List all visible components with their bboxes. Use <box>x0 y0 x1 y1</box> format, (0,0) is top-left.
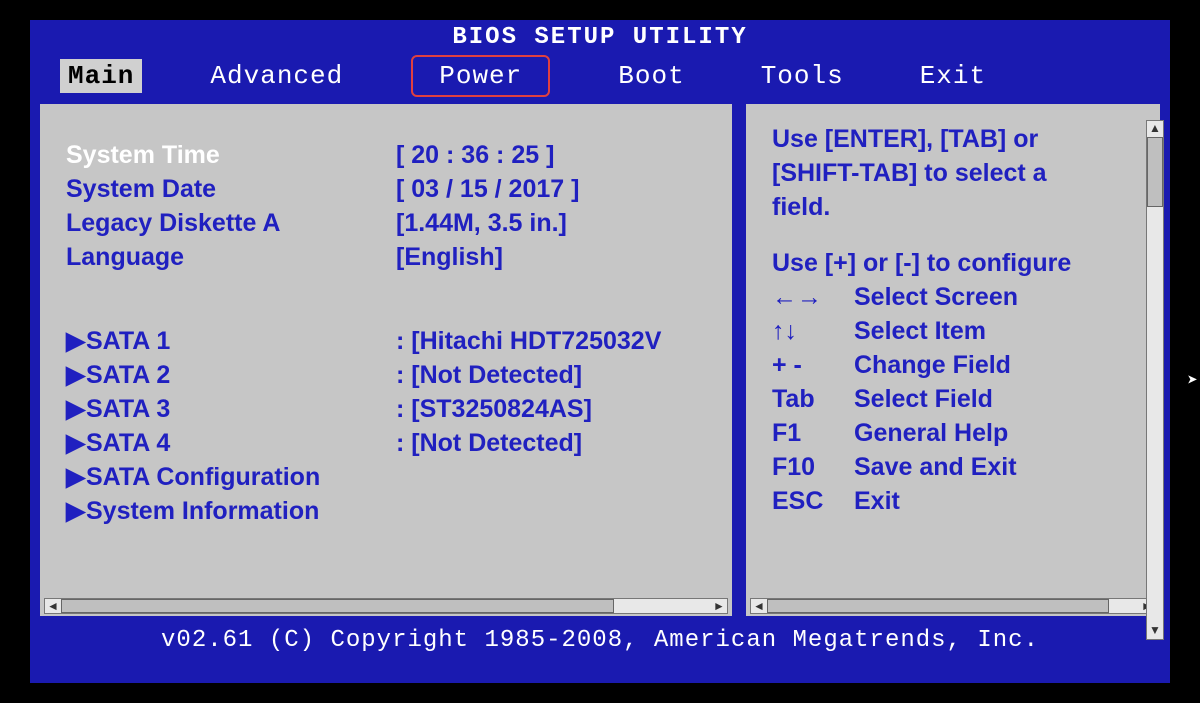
tab-advanced[interactable]: Advanced <box>202 59 351 93</box>
help-desc: Select Item <box>854 314 986 348</box>
sata-label: SATA 1 <box>86 327 170 355</box>
row-system-time[interactable]: System Time [ 20 : 36 : 25 ] <box>66 138 714 172</box>
scroll-right-icon[interactable]: ► <box>711 599 727 613</box>
help-text: Use [+] or [-] to configure <box>772 246 1142 280</box>
help-text: [SHIFT-TAB] to select a <box>772 156 1142 190</box>
help-desc: Save and Exit <box>854 450 1017 484</box>
triangle-icon: ▶ <box>66 358 86 392</box>
help-desc: Select Screen <box>854 280 1018 314</box>
language-label: Language <box>66 240 396 274</box>
help-panel: Use [ENTER], [TAB] or [SHIFT-TAB] to sel… <box>742 100 1164 620</box>
scroll-left-icon[interactable]: ◄ <box>751 599 767 613</box>
sata-value: : [ST3250824AS] <box>396 392 592 426</box>
scroll-down-icon[interactable]: ▼ <box>1147 623 1163 639</box>
system-date-value[interactable]: [ 03 / 15 / 2017 ] <box>396 172 579 206</box>
bios-window: BIOS SETUP UTILITY Main Advanced Power Boot… <box>30 20 1170 683</box>
triangle-icon: ▶ <box>66 392 86 426</box>
help-key: F10 <box>772 450 854 484</box>
tab-power[interactable]: Power <box>411 55 550 97</box>
help-desc: Select Field <box>854 382 993 416</box>
help-nav-row: ←→Select Screen <box>772 280 1142 314</box>
title-bar: BIOS SETUP UTILITY <box>30 20 1170 56</box>
tab-boot[interactable]: Boot <box>610 59 692 93</box>
mouse-cursor-icon: ➤ <box>1187 370 1198 392</box>
help-hscroll[interactable]: ◄ ► <box>750 598 1156 614</box>
help-panel-body: Use [ENTER], [TAB] or [SHIFT-TAB] to sel… <box>746 104 1160 584</box>
help-key: ESC <box>772 484 854 518</box>
row-system-info[interactable]: ▶ System Information <box>66 494 714 528</box>
help-nav-row: TabSelect Field <box>772 382 1142 416</box>
row-sata-4[interactable]: ▶SATA 4 : [Not Detected] <box>66 426 714 460</box>
help-nav-row: F1General Help <box>772 416 1142 450</box>
sata-config-label: SATA Configuration <box>86 460 320 494</box>
row-sata-2[interactable]: ▶SATA 2 : [Not Detected] <box>66 358 714 392</box>
sata-value: : [Not Detected] <box>396 358 582 392</box>
diskette-label: Legacy Diskette A <box>66 206 396 240</box>
triangle-icon: ▶ <box>66 426 86 460</box>
footer: v02.61 (C) Copyright 1985-2008, American… <box>30 620 1170 662</box>
help-key: ↑↓ <box>772 314 854 348</box>
sata-label: SATA 2 <box>86 361 170 389</box>
help-desc: General Help <box>854 416 1008 450</box>
help-text: field. <box>772 190 1142 224</box>
row-diskette[interactable]: Legacy Diskette A [1.44M, 3.5 in.] <box>66 206 714 240</box>
main-hscroll[interactable]: ◄ ► <box>44 598 728 614</box>
help-key: + - <box>772 348 854 382</box>
scroll-up-icon[interactable]: ▲ <box>1147 121 1163 137</box>
help-key: Tab <box>772 382 854 416</box>
row-sata-config[interactable]: ▶ SATA Configuration <box>66 460 714 494</box>
row-system-date[interactable]: System Date [ 03 / 15 / 2017 ] <box>66 172 714 206</box>
help-text: Use [ENTER], [TAB] or <box>772 122 1142 156</box>
main-panel: System Time [ 20 : 36 : 25 ] System Date… <box>36 100 736 620</box>
panel-container: System Time [ 20 : 36 : 25 ] System Date… <box>30 100 1170 620</box>
row-sata-1[interactable]: ▶SATA 1 : [Hitachi HDT725032V <box>66 324 714 358</box>
scroll-thumb[interactable] <box>1147 137 1163 207</box>
help-nav-row: + -Change Field <box>772 348 1142 382</box>
row-language[interactable]: Language [English] <box>66 240 714 274</box>
scroll-left-icon[interactable]: ◄ <box>45 599 61 613</box>
sata-label: SATA 4 <box>86 429 170 457</box>
row-sata-3[interactable]: ▶SATA 3 : [ST3250824AS] <box>66 392 714 426</box>
main-panel-body: System Time [ 20 : 36 : 25 ] System Date… <box>40 104 732 584</box>
help-nav-row: F10Save and Exit <box>772 450 1142 484</box>
sata-value: : [Hitachi HDT725032V <box>396 324 661 358</box>
help-nav-row: ↑↓Select Item <box>772 314 1142 348</box>
system-date-label: System Date <box>66 172 396 206</box>
sata-value: : [Not Detected] <box>396 426 582 460</box>
tab-tools[interactable]: Tools <box>753 59 852 93</box>
diskette-value[interactable]: [1.44M, 3.5 in.] <box>396 206 567 240</box>
triangle-icon: ▶ <box>66 324 86 358</box>
help-key: F1 <box>772 416 854 450</box>
system-time-label: System Time <box>66 138 396 172</box>
tab-exit[interactable]: Exit <box>912 59 994 93</box>
tab-main[interactable]: Main <box>60 59 142 93</box>
triangle-icon: ▶ <box>66 460 86 494</box>
system-info-label: System Information <box>86 494 319 528</box>
system-time-value[interactable]: [ 20 : 36 : 25 ] <box>396 138 554 172</box>
language-value[interactable]: [English] <box>396 240 503 274</box>
help-desc: Change Field <box>854 348 1011 382</box>
help-nav-row: ESCExit <box>772 484 1142 518</box>
triangle-icon: ▶ <box>66 494 86 528</box>
sata-label: SATA 3 <box>86 395 170 423</box>
help-desc: Exit <box>854 484 900 518</box>
outer-vscroll[interactable]: ▲ ▼ <box>1146 120 1164 640</box>
help-key: ←→ <box>772 280 854 314</box>
menu-bar: Main Advanced Power Boot Tools Exit <box>30 56 1170 96</box>
